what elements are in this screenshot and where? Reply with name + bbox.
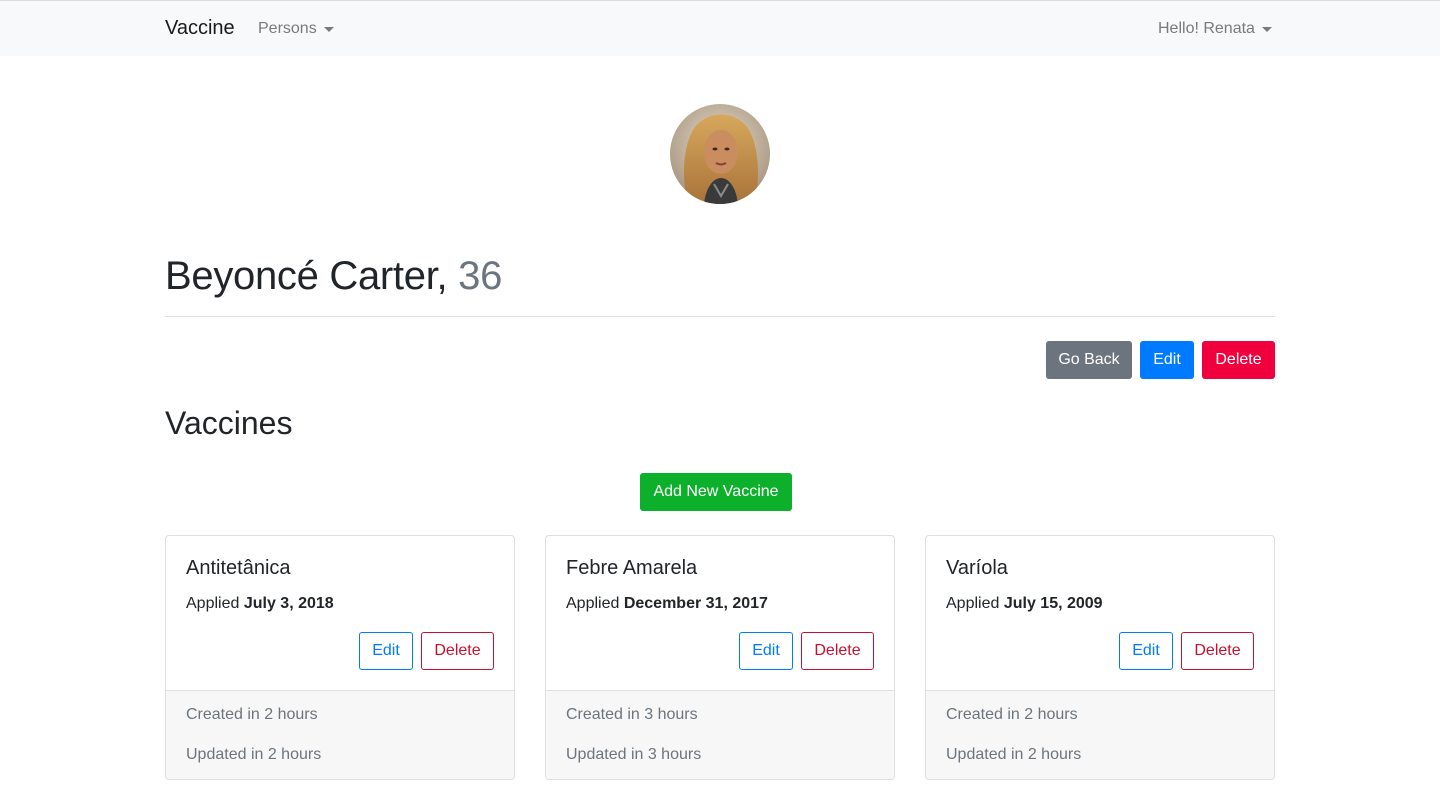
card-footer: Created in 3 hours Updated in 3 hours	[546, 690, 894, 779]
vaccine-name: Febre Amarela	[566, 557, 698, 579]
edit-vaccine-button[interactable]: Edit	[359, 632, 413, 670]
applied-date: July 3, 2018	[243, 595, 334, 612]
page-title: Beyoncé Carter, 36	[165, 254, 502, 299]
vaccine-name: Antitetânica	[186, 557, 291, 579]
applied-date: July 15, 2009	[1003, 595, 1103, 612]
edit-vaccine-button[interactable]: Edit	[739, 632, 793, 670]
updated-text: Updated in 3 hours	[566, 746, 702, 763]
vaccines-heading: Vaccines	[165, 405, 293, 441]
avatar	[670, 104, 770, 204]
user-dropdown-label: Hello! Renata	[1158, 20, 1255, 37]
go-back-button[interactable]: Go Back	[1046, 341, 1132, 379]
delete-person-button[interactable]: Delete	[1202, 341, 1275, 379]
person-age: 36	[458, 254, 503, 298]
user-dropdown[interactable]: Hello! Renata	[1158, 20, 1272, 38]
chevron-down-icon	[1261, 27, 1272, 32]
created-text: Created in 2 hours	[946, 706, 1078, 723]
vaccine-applied: Applied December 31, 2017	[566, 595, 768, 613]
applied-date: December 31, 2017	[623, 595, 768, 612]
vaccine-applied: Applied July 15, 2009	[946, 595, 1103, 613]
delete-vaccine-button[interactable]: Delete	[801, 632, 874, 670]
chevron-down-icon	[323, 27, 334, 32]
add-new-vaccine-button[interactable]: Add New Vaccine	[640, 473, 792, 511]
delete-vaccine-button[interactable]: Delete	[1181, 632, 1254, 670]
vaccine-card: Antitetânica Applied July 3, 2018 Edit D…	[165, 535, 515, 780]
updated-text: Updated in 2 hours	[186, 746, 322, 763]
card-footer: Created in 2 hours Updated in 2 hours	[166, 690, 514, 779]
edit-vaccine-button[interactable]: Edit	[1119, 632, 1173, 670]
brand-link[interactable]: Vaccine	[165, 17, 235, 40]
navbar: Vaccine Persons Hello! Renata	[0, 0, 1440, 56]
edit-person-button[interactable]: Edit	[1140, 341, 1194, 379]
created-text: Created in 2 hours	[186, 706, 318, 723]
vaccine-card: Febre Amarela Applied December 31, 2017 …	[545, 535, 895, 780]
applied-label: Applied	[186, 595, 240, 612]
vaccine-applied: Applied July 3, 2018	[186, 595, 334, 613]
updated-text: Updated in 2 hours	[946, 746, 1082, 763]
card-footer: Created in 2 hours Updated in 2 hours	[926, 690, 1274, 779]
vaccine-card: Varíola Applied July 15, 2009 Edit Delet…	[925, 535, 1275, 780]
vaccine-name: Varíola	[946, 557, 1008, 579]
avatar-photo	[670, 104, 770, 204]
persons-dropdown-label: Persons	[258, 20, 317, 37]
persons-dropdown[interactable]: Persons	[258, 20, 334, 38]
applied-label: Applied	[566, 595, 620, 612]
applied-label: Applied	[946, 595, 1000, 612]
person-name: Beyoncé Carter,	[165, 254, 448, 298]
delete-vaccine-button[interactable]: Delete	[421, 632, 494, 670]
divider	[165, 316, 1275, 317]
created-text: Created in 3 hours	[566, 706, 698, 723]
